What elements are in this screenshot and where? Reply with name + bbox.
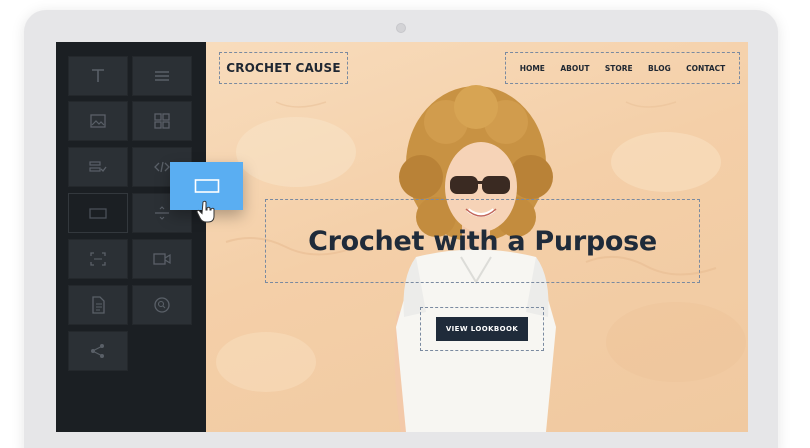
widget-sidebar [56, 42, 206, 432]
spacer-tool[interactable] [68, 239, 128, 279]
form-tool[interactable] [68, 147, 128, 187]
share-tool[interactable] [68, 331, 128, 371]
document-icon [92, 296, 105, 314]
paragraph-tool[interactable] [132, 56, 192, 96]
share-icon [91, 344, 104, 358]
nav-about[interactable]: ABOUT [560, 64, 589, 73]
builder-screen: CROCHET CAUSE HOME ABOUT STORE BLOG CONT… [56, 42, 748, 432]
video-icon [153, 253, 171, 265]
camera-dot [396, 23, 406, 33]
text-tool[interactable] [68, 56, 128, 96]
headline-container[interactable]: Crochet with a Purpose [265, 199, 700, 283]
search-tool[interactable] [132, 285, 192, 325]
form-icon [89, 161, 107, 172]
gallery-tool[interactable] [132, 101, 192, 141]
lines-icon [155, 71, 169, 81]
image-icon [90, 114, 106, 128]
code-icon [154, 161, 170, 173]
expand-icon [90, 252, 106, 266]
cta-container[interactable]: VIEW LOOKBOOK [420, 307, 544, 351]
divider-icon [155, 206, 169, 220]
site-nav: HOME ABOUT STORE BLOG CONTACT [505, 52, 740, 84]
button-tool[interactable] [68, 193, 128, 233]
search-icon [154, 297, 170, 313]
button-block-icon [194, 179, 219, 193]
button-block-icon [89, 208, 107, 219]
text-icon [92, 69, 104, 82]
nav-store[interactable]: STORE [605, 64, 633, 73]
hero-headline: Crochet with a Purpose [308, 225, 657, 257]
hand-cursor-icon [196, 200, 215, 223]
view-lookbook-button[interactable]: VIEW LOOKBOOK [436, 317, 528, 341]
nav-blog[interactable]: BLOG [648, 64, 671, 73]
nav-contact[interactable]: CONTACT [686, 64, 725, 73]
nav-home[interactable]: HOME [520, 64, 545, 73]
site-preview: CROCHET CAUSE HOME ABOUT STORE BLOG CONT… [206, 42, 748, 432]
document-tool[interactable] [68, 285, 128, 325]
image-tool[interactable] [68, 101, 128, 141]
logo-container[interactable]: CROCHET CAUSE [219, 52, 348, 84]
site-logo[interactable]: CROCHET CAUSE [226, 61, 341, 75]
gallery-icon [154, 113, 170, 129]
video-tool[interactable] [132, 239, 192, 279]
